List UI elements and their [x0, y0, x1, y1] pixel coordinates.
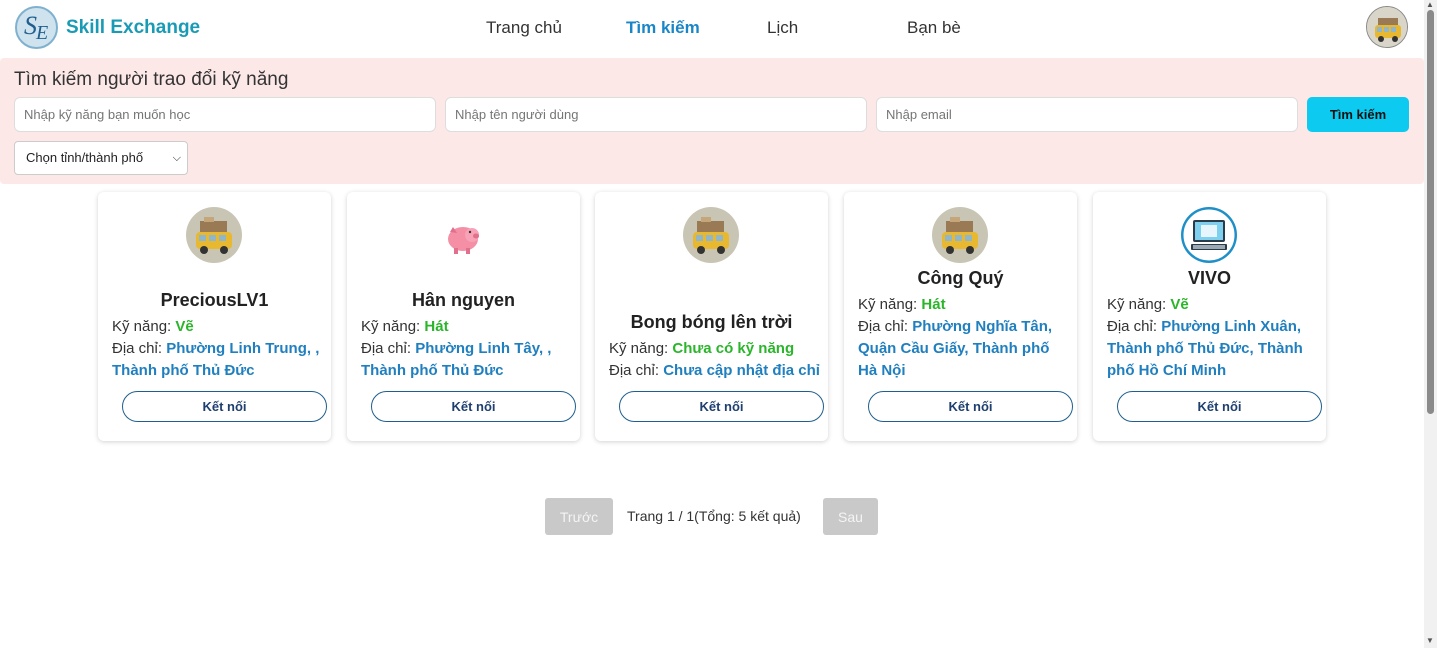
computer-avatar-icon	[1181, 207, 1237, 263]
nav-link-calendar[interactable]: Lịch	[767, 18, 798, 38]
user-card: PreciousLV1 Kỹ năng: Vẽ Địa chỉ: Phường …	[98, 192, 331, 441]
skill-exchange-logo-icon: SE	[15, 6, 58, 49]
user-card: Bong bóng lên trời Kỹ năng: Chưa có kỹ n…	[595, 192, 828, 441]
skill-search-input[interactable]	[14, 97, 436, 132]
user-info: Kỹ năng: Hát Địa chỉ: Phường Linh Tây, ,…	[361, 316, 573, 382]
user-name: Bong bóng lên trời	[630, 312, 793, 332]
email-search-input[interactable]	[876, 97, 1298, 132]
address-label: Địa chỉ:	[858, 318, 909, 335]
brand[interactable]: SE Skill Exchange	[15, 6, 200, 49]
nav-link-search[interactable]: Tìm kiếm	[626, 18, 700, 38]
user-name: Hân nguyen	[411, 290, 515, 310]
connect-button[interactable]: Kết nối	[371, 391, 576, 422]
skill-value: Chưa có kỹ năng	[672, 340, 795, 357]
address-label: Địa chỉ:	[1107, 318, 1158, 335]
connect-button[interactable]: Kết nối	[1117, 391, 1322, 422]
user-name: VIVO	[1187, 268, 1231, 288]
address-label: Địa chỉ:	[609, 362, 660, 379]
city-select-value: Chọn tỉnh/thành phố	[26, 150, 144, 165]
nav-link-home[interactable]: Trang chủ	[486, 18, 562, 38]
user-name: Công Quý	[917, 268, 1004, 288]
brand-name: Skill Exchange	[66, 16, 201, 38]
user-info: Kỹ năng: Chưa có kỹ năng Địa chỉ: Chưa c…	[609, 338, 821, 382]
address-line: Địa chỉ: Phường Linh Trung, , Thành phố …	[112, 338, 324, 382]
scroll-down-icon[interactable]: ▼	[1426, 636, 1434, 645]
user-card: Hân nguyen Kỹ năng: Hát Địa chỉ: Phường …	[347, 192, 580, 441]
skill-line: Kỹ năng: Vẽ	[1107, 294, 1319, 316]
connect-button[interactable]: Kết nối	[868, 391, 1073, 422]
skill-label: Kỹ năng:	[1107, 296, 1167, 313]
city-select[interactable]: Chọn tỉnh/thành phố ⌵	[14, 141, 188, 175]
connect-button[interactable]: Kết nối	[122, 391, 327, 422]
next-page-button[interactable]: Sau	[823, 498, 878, 535]
skill-value: Vẽ	[175, 318, 194, 335]
skill-value: Vẽ	[1170, 296, 1189, 313]
address-line: Địa chỉ: Chưa cập nhật địa chỉ	[609, 360, 821, 382]
scrollbar[interactable]: ▲ ▼	[1424, 0, 1437, 648]
skill-label: Kỹ năng:	[609, 340, 669, 357]
bus-avatar-icon	[186, 207, 242, 263]
skill-line: Kỹ năng: Vẽ	[112, 316, 324, 338]
skill-line: Kỹ năng: Chưa có kỹ năng	[609, 338, 821, 360]
skill-line: Kỹ năng: Hát	[361, 316, 573, 338]
user-name: PreciousLV1	[160, 290, 269, 310]
skill-label: Kỹ năng:	[112, 318, 172, 335]
bus-avatar-icon	[932, 207, 988, 263]
address-label: Địa chỉ:	[112, 340, 163, 357]
user-info: Kỹ năng: Hát Địa chỉ: Phường Nghĩa Tân, …	[858, 294, 1070, 382]
search-panel: Tìm kiếm người trao đổi kỹ năng Tìm kiếm…	[0, 58, 1424, 184]
scrollbar-thumb[interactable]	[1427, 10, 1434, 414]
nav-link-friends[interactable]: Bạn bè	[907, 18, 961, 38]
user-card: Công Quý Kỹ năng: Hát Địa chỉ: Phường Ng…	[844, 192, 1077, 441]
address-value: Chưa cập nhật địa chỉ	[663, 362, 820, 379]
user-info: Kỹ năng: Vẽ Địa chỉ: Phường Linh Trung, …	[112, 316, 324, 382]
prev-page-button[interactable]: Trước	[545, 498, 613, 535]
user-info: Kỹ năng: Vẽ Địa chỉ: Phường Linh Xuân, T…	[1107, 294, 1319, 382]
address-line: Địa chỉ: Phường Linh Xuân, Thành phố Thủ…	[1107, 316, 1319, 382]
page: SE Skill Exchange Trang chủ Tìm kiếm Lịc…	[0, 0, 1437, 648]
chevron-down-icon: ⌵	[172, 152, 181, 164]
connect-button[interactable]: Kết nối	[619, 391, 824, 422]
username-search-input[interactable]	[445, 97, 867, 132]
skill-line: Kỹ năng: Hát	[858, 294, 1070, 316]
search-title: Tìm kiếm người trao đổi kỹ năng	[14, 69, 289, 90]
navbar: SE Skill Exchange Trang chủ Tìm kiếm Lịc…	[0, 0, 1424, 56]
pig-avatar-icon	[435, 207, 491, 263]
skill-label: Kỹ năng:	[361, 318, 421, 335]
address-label: Địa chỉ:	[361, 340, 412, 357]
skill-label: Kỹ năng:	[858, 296, 918, 313]
pagination-info: Trang 1 / 1(Tổng: 5 kết quả)	[627, 508, 801, 524]
skill-value: Hát	[921, 296, 946, 313]
address-line: Địa chỉ: Phường Linh Tây, , Thành phố Th…	[361, 338, 573, 382]
scroll-up-icon[interactable]: ▲	[1426, 0, 1434, 9]
search-button[interactable]: Tìm kiếm	[1307, 97, 1409, 132]
skill-value: Hát	[424, 318, 449, 335]
address-line: Địa chỉ: Phường Nghĩa Tân, Quận Cầu Giấy…	[858, 316, 1070, 382]
user-card: VIVO Kỹ năng: Vẽ Địa chỉ: Phường Linh Xu…	[1093, 192, 1326, 441]
bus-avatar-icon	[683, 207, 739, 263]
user-avatar-icon[interactable]	[1366, 6, 1408, 48]
